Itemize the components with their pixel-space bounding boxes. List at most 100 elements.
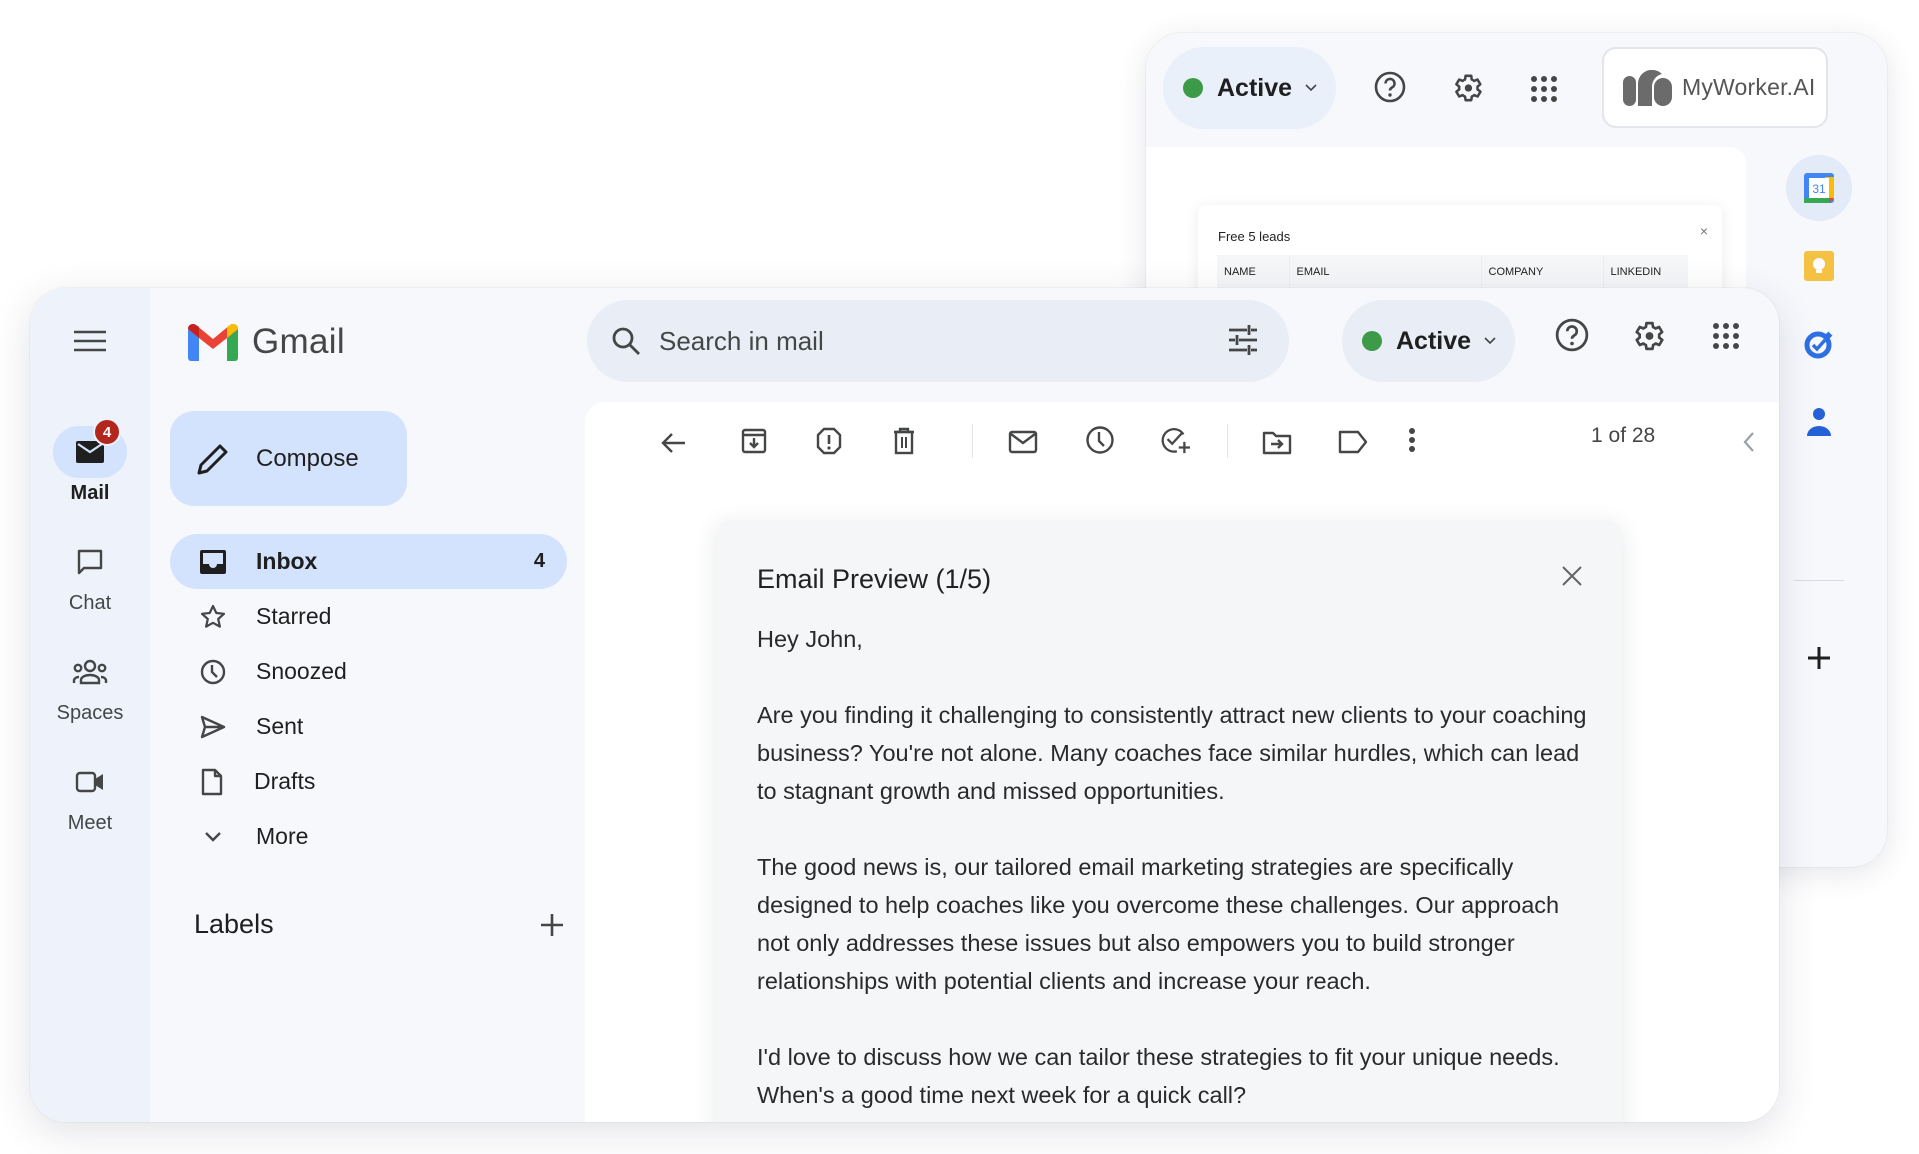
labels-section: Labels — [194, 909, 564, 940]
add-icon[interactable] — [1786, 625, 1852, 691]
contacts-icon[interactable] — [1786, 389, 1852, 455]
back-arrow-icon[interactable] — [658, 428, 688, 458]
unread-count: 4 — [533, 550, 545, 572]
gmail-m-icon — [188, 323, 238, 361]
compose-label: Compose — [256, 444, 359, 472]
myworker-logo-text: MyWorker.AI — [1682, 74, 1816, 100]
column-header: LINKEDIN — [1603, 255, 1688, 288]
meet-pill — [53, 756, 127, 808]
leads-title: Free 5 leads — [1218, 229, 1291, 244]
help-icon[interactable] — [1374, 71, 1406, 103]
mark-unread-icon[interactable] — [1008, 427, 1038, 457]
search-options-icon[interactable] — [1227, 324, 1259, 356]
calendar-icon[interactable]: 31 — [1786, 155, 1852, 221]
email-greeting: Hey John, — [757, 626, 863, 652]
email-body: Hey John, Are you finding it challenging… — [757, 620, 1587, 1122]
divider — [1794, 580, 1844, 581]
pagination-label: 1 of 28 — [1591, 424, 1656, 447]
email-paragraph: Are you finding it challenging to consis… — [757, 702, 1587, 804]
svg-text:31: 31 — [1812, 182, 1826, 196]
email-paragraph: The good news is, our tailored email mar… — [757, 854, 1560, 994]
search-bar[interactable] — [587, 300, 1289, 382]
message-view: 1 of 28 Email Preview (1/5) Hey John, Ar… — [585, 402, 1779, 1122]
add-label-icon[interactable] — [540, 913, 564, 937]
apps-grid-icon[interactable] — [1712, 322, 1740, 350]
spaces-pill — [53, 646, 127, 698]
main-menu-icon[interactable] — [74, 330, 106, 352]
unread-badge: 4 — [93, 418, 121, 446]
settings-icon[interactable] — [1630, 318, 1666, 354]
mail-pill: 4 — [53, 418, 127, 478]
video-camera-icon — [75, 771, 105, 793]
folder-sent[interactable]: Sent — [170, 699, 567, 754]
myworker-header: Active MyWorker.AI — [1146, 33, 1887, 147]
chevron-down-icon — [1483, 336, 1497, 346]
spaces-icon — [72, 659, 108, 685]
rail-item-meet[interactable]: Meet — [30, 756, 150, 835]
myworker-logo[interactable]: MyWorker.AI — [1602, 47, 1828, 128]
gmail-logo[interactable]: Gmail — [188, 322, 345, 362]
folder-list: Inbox 4 Starred Snoozed Sent Drafts More — [170, 534, 567, 864]
folder-inbox[interactable]: Inbox 4 — [170, 534, 567, 589]
message-toolbar: 1 of 28 — [585, 402, 1779, 472]
status-label: Active — [1217, 73, 1293, 102]
apps-grid-icon[interactable] — [1530, 75, 1558, 103]
gmail-window: 4 Mail Chat Spaces Meet Gmail Search in … — [30, 288, 1779, 1122]
close-icon[interactable] — [1560, 564, 1584, 588]
myworker-logo-icon — [1622, 69, 1674, 106]
clock-icon — [200, 659, 226, 685]
help-icon[interactable] — [1555, 318, 1589, 352]
move-to-icon[interactable] — [1262, 427, 1292, 457]
folder-snoozed[interactable]: Snoozed — [170, 644, 567, 699]
rail-label: Spaces — [56, 702, 124, 724]
send-icon — [200, 715, 226, 739]
more-options-icon[interactable] — [1397, 425, 1427, 455]
status-selector[interactable]: Active — [1163, 47, 1336, 129]
folder-label: Drafts — [254, 768, 316, 794]
chat-icon — [76, 548, 104, 576]
folder-label: Snoozed — [256, 658, 347, 684]
email-paragraph: I'd love to discuss how we can tailor th… — [757, 1044, 1560, 1108]
chat-pill — [53, 536, 127, 588]
add-to-tasks-icon[interactable] — [1160, 425, 1190, 455]
folder-starred[interactable]: Starred — [170, 589, 567, 644]
chevron-left-icon[interactable] — [1734, 427, 1764, 457]
settings-icon[interactable] — [1450, 71, 1484, 105]
rail-label: Meet — [67, 812, 113, 834]
close-icon[interactable]: × — [1700, 223, 1708, 239]
tasks-icon[interactable] — [1786, 311, 1852, 377]
search-icon[interactable] — [611, 326, 641, 356]
chevron-down-icon — [1304, 83, 1318, 93]
chevron-down-icon — [200, 828, 226, 846]
archive-icon[interactable] — [739, 426, 769, 456]
rail-label: Mail — [70, 482, 110, 504]
status-selector[interactable]: Active — [1342, 300, 1515, 382]
folder-label: Starred — [256, 603, 332, 629]
label-icon[interactable] — [1338, 427, 1368, 457]
toolbar-divider — [972, 424, 973, 458]
search-input[interactable] — [659, 325, 1179, 357]
rail-label: Chat — [68, 592, 112, 614]
nav-rail: 4 Mail Chat Spaces Meet — [30, 288, 150, 1122]
rail-item-mail[interactable]: 4 Mail — [30, 418, 150, 505]
pencil-icon — [196, 442, 230, 476]
folder-more[interactable]: More — [170, 809, 567, 864]
folder-label: Inbox — [256, 548, 318, 574]
gmail-wordmark: Gmail — [252, 322, 345, 361]
status-dot — [1183, 78, 1203, 98]
status-label: Active — [1396, 326, 1472, 355]
star-icon — [200, 604, 226, 630]
folder-drafts[interactable]: Drafts — [170, 754, 567, 809]
draft-file-icon — [200, 768, 224, 796]
leads-header-row: NAME EMAIL COMPANY LINKEDIN — [1217, 255, 1688, 288]
compose-button[interactable]: Compose — [170, 411, 407, 506]
report-spam-icon[interactable] — [814, 426, 844, 456]
snooze-icon[interactable] — [1085, 425, 1115, 455]
labels-title: Labels — [194, 909, 274, 939]
delete-icon[interactable] — [889, 426, 919, 456]
inbox-icon — [200, 549, 226, 574]
rail-item-spaces[interactable]: Spaces — [30, 646, 150, 725]
toolbar-divider — [1227, 424, 1228, 458]
rail-item-chat[interactable]: Chat — [30, 536, 150, 615]
keep-icon[interactable] — [1786, 233, 1852, 299]
